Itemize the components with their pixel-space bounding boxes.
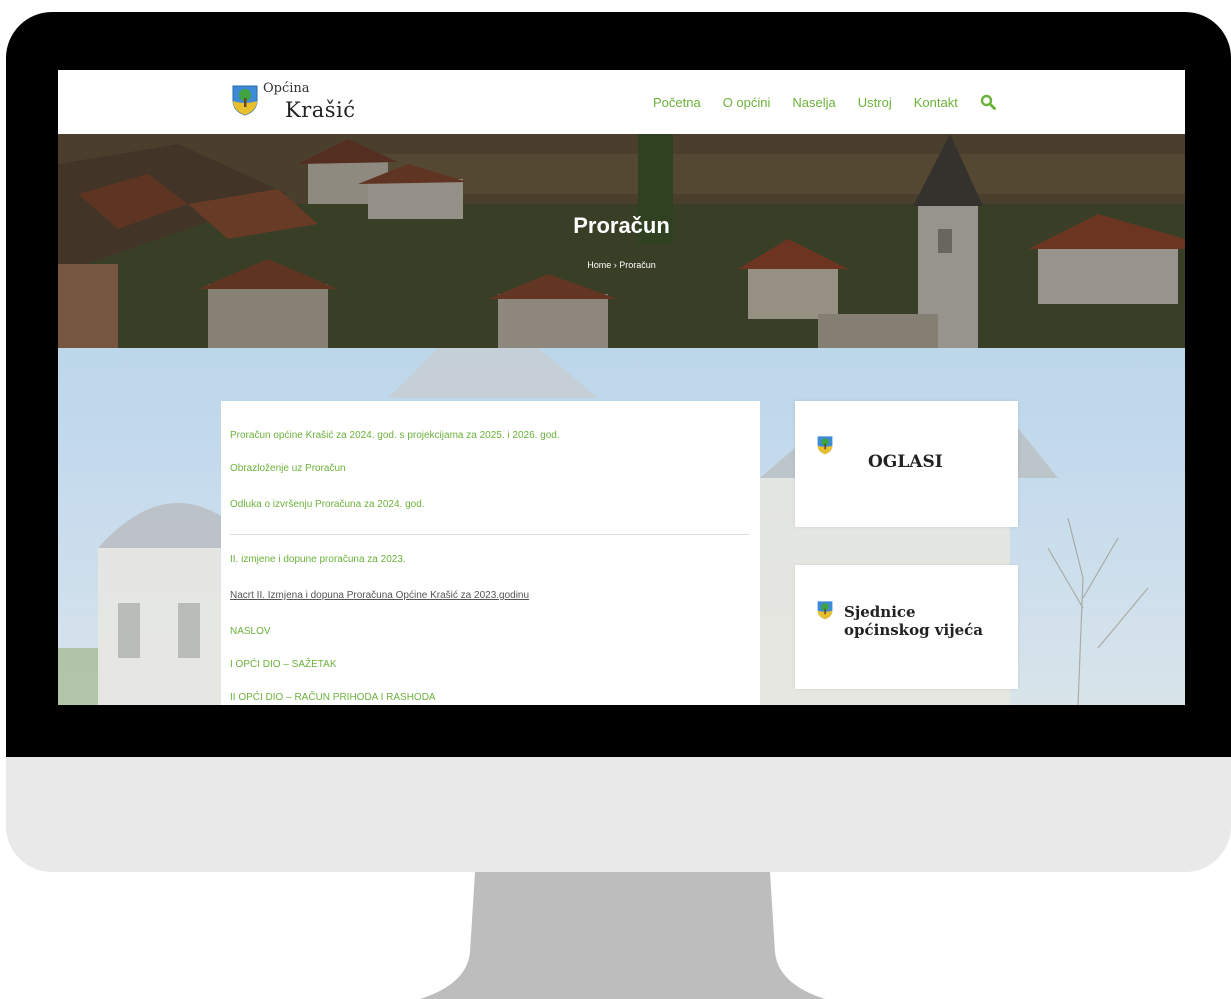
logo-text-bottom: Krašić [285, 98, 356, 122]
main-navigation: Početna O općini Naselja Ustroj Kontakt [653, 92, 996, 112]
budget-documents-card: Proračun općine Krašić za 2024. god. s p… [221, 401, 760, 705]
oglasi-title: OGLASI [868, 452, 943, 472]
sjednice-widget[interactable]: Sjednice općinskog vijeća [795, 565, 1018, 689]
hero-banner: Proračun Home › Proračun [58, 134, 1185, 348]
hero-overlay [58, 134, 1185, 348]
sjednice-title-line2: općinskog vijeća [844, 621, 984, 639]
section-divider [230, 534, 749, 535]
monitor-stand [405, 872, 840, 999]
site-logo[interactable]: Općina Krašić [232, 81, 372, 123]
document-link[interactable]: II. izmjene i dopune proračuna za 2023. [230, 554, 406, 565]
site-header: Općina Krašić Početna O općini Naselja U… [58, 70, 1185, 134]
document-link[interactable]: Obrazloženje uz Proračun [230, 463, 346, 474]
browser-screen: Općina Krašić Početna O općini Naselja U… [58, 70, 1185, 705]
document-link[interactable]: I OPĆI DIO – SAŽETAK [230, 659, 337, 670]
search-icon[interactable] [980, 94, 996, 110]
page-title: Proračun [573, 213, 670, 238]
document-link[interactable]: Proračun općine Krašić za 2024. god. s p… [230, 430, 560, 441]
nav-item-kontakt[interactable]: Kontakt [914, 95, 958, 110]
nav-item-pocetna[interactable]: Početna [653, 95, 701, 110]
nav-item-naselja[interactable]: Naselja [792, 95, 835, 110]
coat-of-arms-icon [817, 435, 833, 460]
document-link[interactable]: Odluka o izvršenju Proračuna za 2024. go… [230, 499, 425, 510]
oglasi-widget[interactable]: OGLASI [795, 401, 1018, 527]
coat-of-arms-icon [817, 600, 833, 625]
document-link[interactable]: NASLOV [230, 626, 271, 637]
coat-of-arms-icon [232, 84, 258, 121]
sjednice-title-line1: Sjednice [844, 603, 916, 621]
nav-item-o-opcini[interactable]: O općini [723, 95, 771, 110]
logo-text-top: Općina [263, 81, 310, 96]
breadcrumb[interactable]: Home › Proračun [58, 260, 1185, 270]
document-link[interactable]: II OPĆI DIO – RAČUN PRIHODA I RASHODA [230, 692, 436, 703]
monitor-chin [6, 757, 1231, 872]
nav-item-ustroj[interactable]: Ustroj [858, 95, 892, 110]
document-link[interactable]: Nacrt II. Izmjena i dopuna Proračuna Opć… [230, 590, 529, 601]
